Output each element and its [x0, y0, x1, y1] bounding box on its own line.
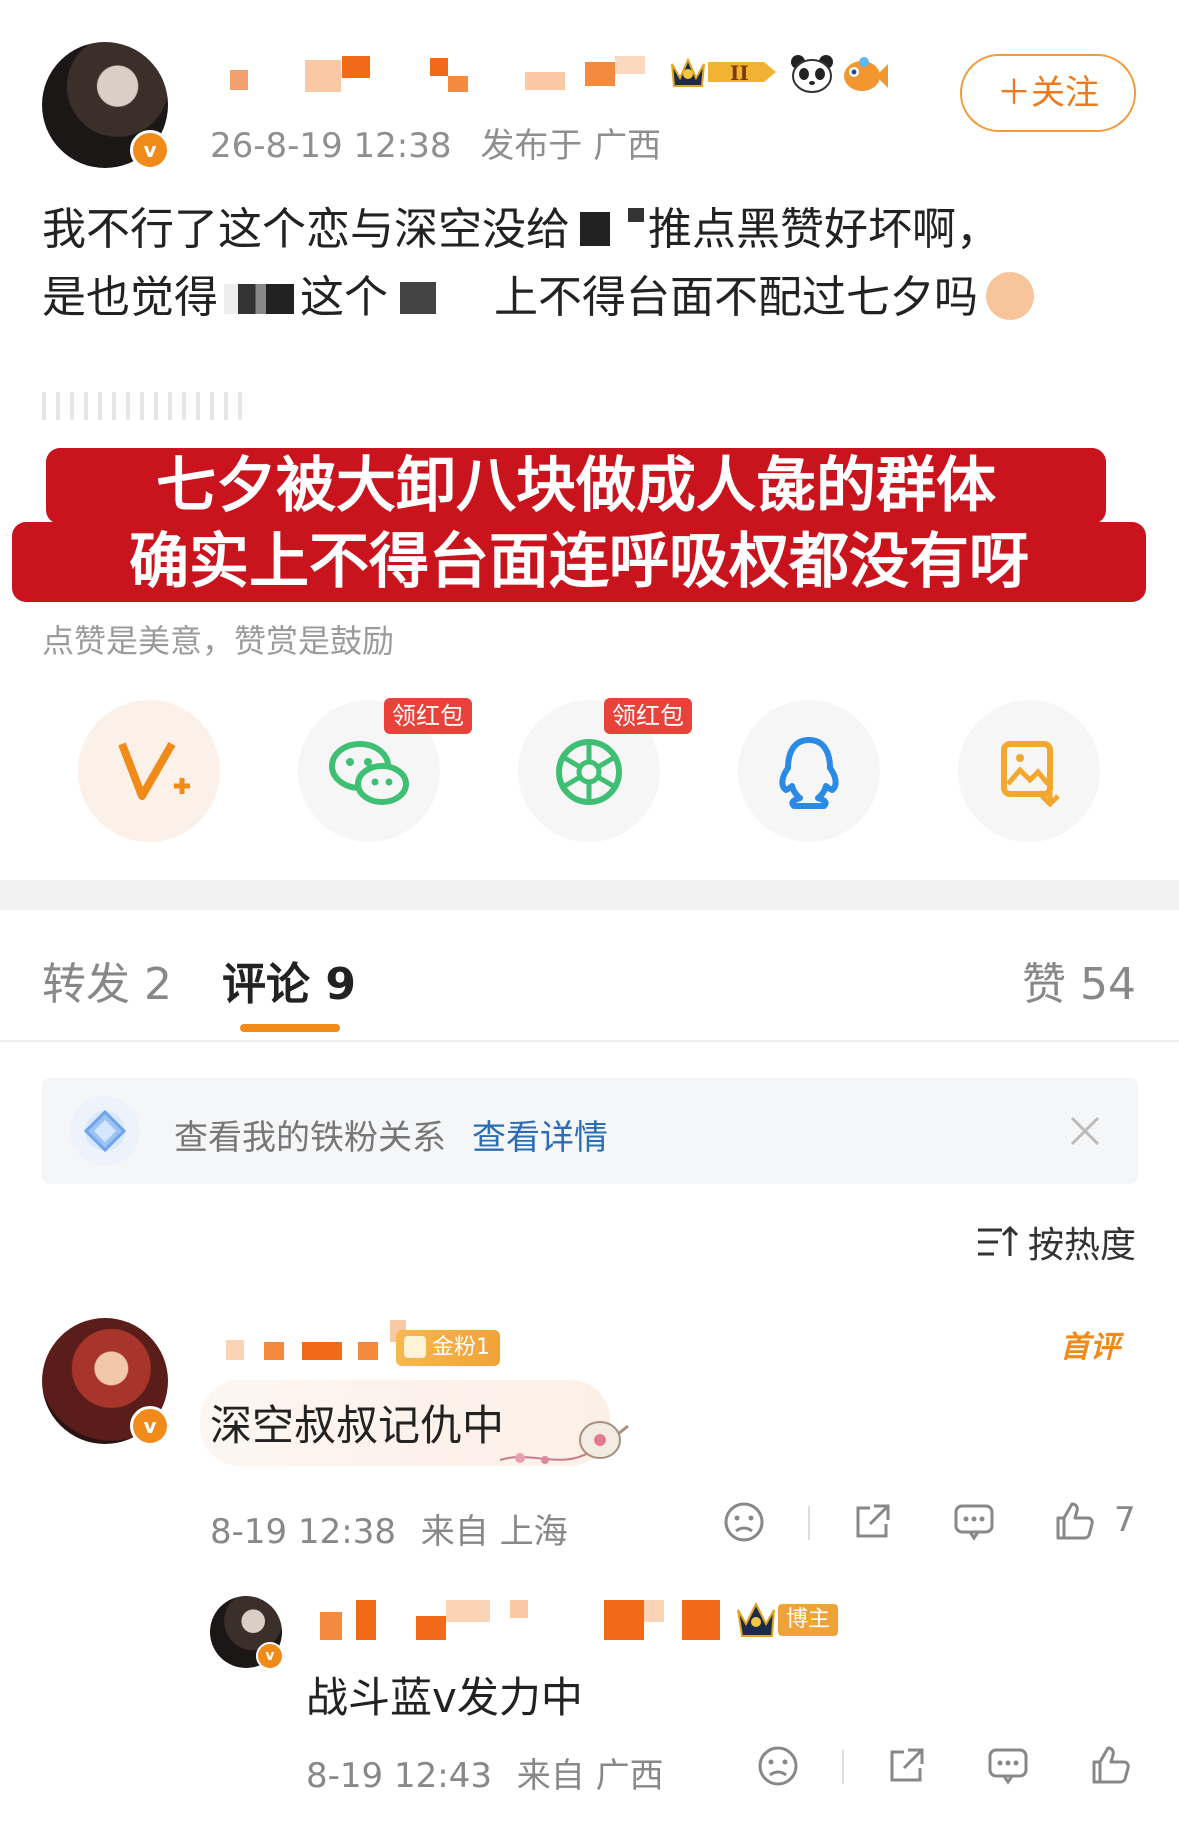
tab-repost[interactable]: 转发 2 [42, 948, 172, 1012]
faint-watermark-strip [42, 392, 242, 420]
redacted-block [580, 212, 610, 246]
reply-share-icon[interactable] [884, 1744, 928, 1788]
thumbs-up-icon [1056, 1502, 1094, 1540]
like-button[interactable]: 7 [1052, 1498, 1142, 1546]
tab-likes[interactable]: 赞 54 [1022, 948, 1136, 1012]
verified-v-icon: v [130, 1406, 170, 1446]
banner-line-2: 确实上不得台面连呼吸权都没有呀 [12, 522, 1146, 602]
post-timestamp: 26-8-19 12:38 [210, 126, 452, 166]
close-icon[interactable] [1066, 1112, 1104, 1150]
save-image-button[interactable] [958, 700, 1100, 842]
first-comment-badge: 首评 [1060, 1330, 1120, 1365]
reply-icon[interactable] [952, 1500, 996, 1544]
redacted-block [224, 284, 294, 314]
reply-text: 战斗蓝v发力中 [306, 1673, 583, 1722]
tabs-divider [0, 1040, 1179, 1042]
reply-author-name-redacted[interactable] [320, 1600, 720, 1640]
reply-time: 8-19 12:43 [306, 1756, 492, 1796]
comment-time: 8-19 12:38 [210, 1512, 396, 1552]
banner-line-1: 七夕被大卸八块做成人彘的群体 [46, 448, 1106, 524]
v-plus-icon [118, 742, 190, 800]
post-line-2: 是也觉得 这个 上不得台面不配过七夕吗 [42, 264, 1142, 332]
save-image-icon [1001, 741, 1060, 808]
reply-action-divider [842, 1750, 844, 1784]
redacted-block [628, 208, 644, 222]
diamond-icon [70, 1096, 140, 1166]
share-qq-button[interactable] [738, 700, 880, 842]
share-icon[interactable] [850, 1500, 894, 1544]
fan-heart-icon [404, 1336, 426, 1358]
fish-icon [840, 52, 890, 96]
emoji-fan-icon [986, 272, 1034, 320]
post-meta: 26-8-19 12:38 发布于 广西 [210, 118, 661, 167]
author-name-redacted[interactable] [210, 52, 650, 96]
teapot-decoration-icon [499, 1400, 630, 1480]
reply-meta: 8-19 12:43 来自 广西 [306, 1748, 664, 1797]
follow-button[interactable]: ＋关注 [960, 54, 1136, 132]
red-packet-badge-wechat[interactable]: 领红包 [384, 698, 472, 734]
author-avatar[interactable]: v [42, 42, 170, 170]
sort-icon [978, 1225, 1018, 1256]
vip-crown-badge: II [668, 52, 780, 92]
host-badge: 博主 [736, 1600, 846, 1640]
fan-relationship-banner[interactable]: 查看我的铁粉关系 查看详情 [42, 1078, 1138, 1184]
post-line-1: 我不行了这个恋与深空没给 推点黑赞好坏啊， [42, 204, 1000, 255]
commenter-avatar[interactable]: v [42, 1318, 170, 1446]
qq-icon [779, 737, 839, 809]
reply-dislike-face-icon[interactable] [756, 1744, 800, 1788]
comment-text: 深空叔叔记仇中 [210, 1401, 505, 1450]
section-divider [0, 880, 1179, 910]
share-weibo-button[interactable] [78, 700, 220, 842]
fan-banner-text: 查看我的铁粉关系 [174, 1118, 446, 1158]
comment-meta: 8-19 12:38 来自 上海 [210, 1504, 568, 1553]
panda-icon [790, 54, 834, 94]
redacted-block [400, 282, 436, 314]
svg-text:II: II [730, 61, 749, 85]
reply-author-avatar[interactable]: v [210, 1596, 284, 1670]
commenter-name-redacted[interactable] [210, 1320, 410, 1360]
post-body: 我不行了这个恋与深空没给 推点黑赞好坏啊， 是也觉得 这个 上不得台面不配过七夕吗 [42, 196, 1142, 332]
fan-level-badge: 金粉1 [396, 1330, 500, 1366]
tab-active-underline [240, 1024, 340, 1032]
verified-v-icon: v [130, 130, 170, 170]
reply-source: 来自 广西 [516, 1756, 664, 1796]
dislike-face-icon[interactable] [722, 1500, 766, 1544]
red-packet-badge-moments[interactable]: 领红包 [604, 698, 692, 734]
verified-v-icon: v [256, 1642, 284, 1670]
sort-label: 按热度 [1028, 1225, 1137, 1266]
fan-banner-link[interactable]: 查看详情 [472, 1110, 608, 1159]
reward-hint: 点赞是美意，赞赏是鼓励 [42, 622, 395, 660]
tab-comments[interactable]: 评论 9 [222, 948, 356, 1012]
crown-icon [737, 1601, 775, 1637]
reply-thumbs-up-icon[interactable] [1088, 1742, 1132, 1786]
reply-reply-icon[interactable] [986, 1744, 1030, 1788]
like-count: 7 [1114, 1500, 1136, 1540]
comment-source: 来自 上海 [420, 1512, 568, 1552]
post-location: 发布于 广西 [480, 126, 662, 166]
action-divider [808, 1506, 810, 1540]
